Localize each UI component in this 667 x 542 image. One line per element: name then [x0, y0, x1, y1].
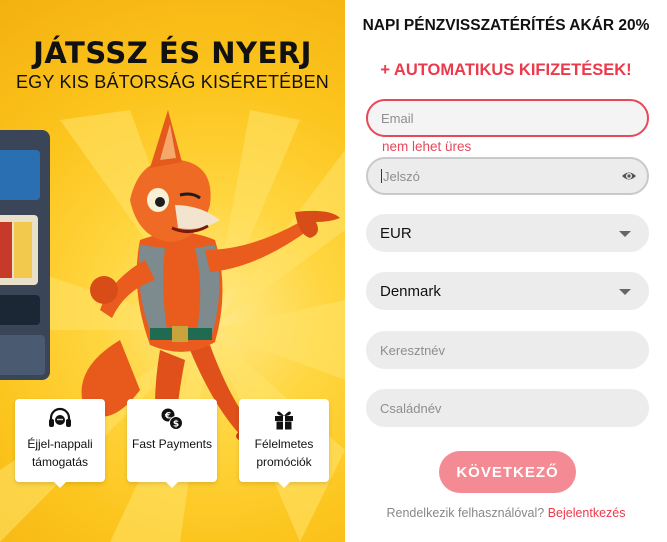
password-placeholder: Jelszó — [383, 168, 420, 184]
text-cursor — [381, 169, 382, 183]
headset-icon — [15, 407, 105, 431]
email-placeholder: Email — [381, 110, 414, 126]
chevron-down-icon — [619, 231, 631, 237]
login-link[interactable]: Bejelentkezés — [548, 506, 626, 520]
cashback-title: NAPI PÉNZVISSZATÉRÍTÉS AKÁR 20% — [362, 17, 650, 34]
svg-text:$: $ — [173, 420, 179, 430]
first-name-placeholder: Keresztnév — [380, 342, 446, 358]
promo-headline-block: JÁTSSZ ÉS NYERJ EGY KIS BÁTORSÁG KISÉRET… — [0, 36, 345, 93]
promo-panel: JÁTSSZ ÉS NYERJ EGY KIS BÁTORSÁG KISÉRET… — [0, 0, 345, 542]
last-name-field[interactable]: Családnév — [366, 389, 649, 427]
feature-label-promotions: Félelmetes promóciók — [254, 437, 314, 469]
login-prompt: Rendelkezik felhasználóval? Bejelentkezé… — [345, 506, 667, 520]
password-field[interactable]: Jelszó — [366, 157, 649, 195]
registration-modal: JÁTSSZ ÉS NYERJ EGY KIS BÁTORSÁG KISÉRET… — [0, 0, 667, 542]
registration-form-panel: NAPI PÉNZVISSZATÉRÍTÉS AKÁR 20% + AUTOMA… — [345, 0, 667, 542]
feature-label-support: Éjjel-nappali támogatás — [27, 437, 93, 469]
show-password-icon[interactable] — [621, 168, 637, 187]
promo-subheadline: EGY KIS BÁTORSÁG KISÉRETÉBEN — [15, 72, 330, 92]
promo-headline: JÁTSSZ ÉS NYERJ — [33, 36, 312, 70]
first-name-field[interactable]: Keresztnév — [366, 331, 649, 369]
currency-select[interactable]: EUR — [366, 214, 649, 252]
country-select[interactable]: Denmark — [366, 272, 649, 310]
currency-value: EUR — [380, 224, 412, 242]
money-exchange-icon: € $ — [127, 407, 217, 431]
next-button[interactable]: KÖVETKEZŐ — [439, 451, 576, 493]
last-name-placeholder: Családnév — [380, 400, 442, 416]
feature-label-payments: Fast Payments — [131, 437, 213, 451]
feature-cards: Éjjel-nappali támogatás € $ Fast Payment… — [15, 399, 329, 488]
feature-card-payments: € $ Fast Payments — [127, 399, 217, 488]
auto-payout-subtitle: + AUTOMATIKUS KIFIZETÉSEK! — [380, 61, 632, 79]
chevron-down-icon — [619, 289, 631, 295]
feature-card-support: Éjjel-nappali támogatás — [15, 399, 105, 488]
login-prompt-text: Rendelkezik felhasználóval? — [386, 506, 545, 520]
feature-card-promotions: Félelmetes promóciók — [239, 399, 329, 488]
email-error-message: nem lehet üres — [382, 139, 472, 154]
gift-icon — [239, 407, 329, 431]
email-field[interactable]: Email — [366, 99, 649, 137]
country-value: Denmark — [380, 282, 441, 300]
slot-machine-illustration — [0, 130, 50, 380]
